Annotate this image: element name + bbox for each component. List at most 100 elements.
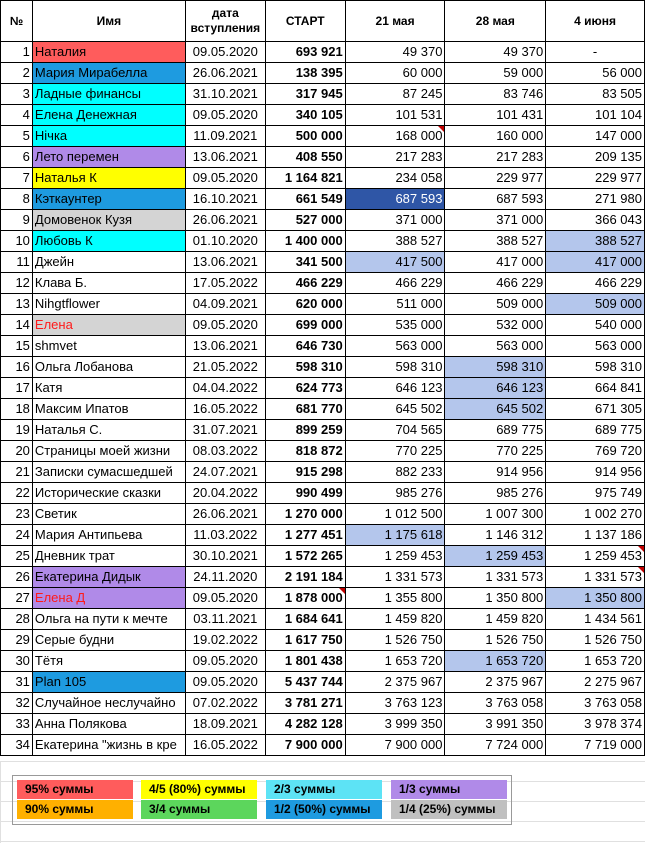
may28-amount-cell[interactable]: 1 146 312 xyxy=(444,524,547,546)
may21-amount-cell[interactable]: 511 000 xyxy=(344,293,446,315)
jun4-amount-cell[interactable]: 914 956 xyxy=(545,461,645,483)
row-number-cell[interactable]: 17 xyxy=(0,377,33,399)
may21-amount-cell[interactable]: 704 565 xyxy=(344,419,446,441)
member-name-cell[interactable]: Екатерина "жизнь в кре xyxy=(31,734,186,756)
may21-amount-cell[interactable]: 217 283 xyxy=(344,146,446,168)
start-amount-cell[interactable]: 915 298 xyxy=(264,461,346,483)
member-name-cell[interactable]: Анна Полякова xyxy=(31,713,186,735)
start-amount-cell[interactable]: 317 945 xyxy=(264,83,346,105)
join-date-cell[interactable]: 13.06.2021 xyxy=(184,146,266,168)
jun4-amount-cell[interactable]: 388 527 xyxy=(545,230,645,252)
row-number-cell[interactable]: 9 xyxy=(0,209,33,231)
jun4-amount-cell[interactable]: 147 000 xyxy=(545,125,645,147)
join-date-cell[interactable]: 08.03.2022 xyxy=(184,440,266,462)
row-number-cell[interactable]: 12 xyxy=(0,272,33,294)
may28-amount-cell[interactable]: 645 502 xyxy=(444,398,547,420)
join-date-cell[interactable]: 09.05.2020 xyxy=(184,314,266,336)
may21-amount-cell[interactable]: 598 310 xyxy=(344,356,446,378)
start-amount-cell[interactable]: 818 872 xyxy=(264,440,346,462)
member-name-cell[interactable]: Нічка xyxy=(31,125,186,147)
join-date-cell[interactable]: 30.10.2021 xyxy=(184,545,266,567)
join-date-cell[interactable]: 09.05.2020 xyxy=(184,167,266,189)
jun4-amount-cell[interactable]: 1 331 573 xyxy=(545,566,645,588)
join-date-cell[interactable]: 18.09.2021 xyxy=(184,713,266,735)
join-date-cell[interactable]: 16.05.2022 xyxy=(184,734,266,756)
member-name-cell[interactable]: Тётя xyxy=(31,650,186,672)
join-date-cell[interactable]: 09.05.2020 xyxy=(184,41,266,63)
row-number-cell[interactable]: 16 xyxy=(0,356,33,378)
member-name-cell[interactable]: Мария Мирабелла xyxy=(31,62,186,84)
start-amount-cell[interactable]: 1 270 000 xyxy=(264,503,346,525)
jun4-amount-cell[interactable]: 975 749 xyxy=(545,482,645,504)
jun4-amount-cell[interactable]: 271 980 xyxy=(545,188,645,210)
jun4-amount-cell[interactable]: 209 135 xyxy=(545,146,645,168)
jun4-amount-cell[interactable]: 598 310 xyxy=(545,356,645,378)
may21-amount-cell[interactable]: 1 526 750 xyxy=(344,629,446,651)
member-name-cell[interactable]: Записки сумасшедшей xyxy=(31,461,186,483)
jun4-amount-cell[interactable]: 7 719 000 xyxy=(545,734,645,756)
may21-amount-cell[interactable]: 168 000 xyxy=(344,125,446,147)
start-amount-cell[interactable]: 3 781 271 xyxy=(264,692,346,714)
may28-amount-cell[interactable]: 687 593 xyxy=(444,188,547,210)
may21-amount-cell[interactable]: 417 500 xyxy=(344,251,446,273)
member-name-cell[interactable]: Елена xyxy=(31,314,186,336)
jun4-amount-cell[interactable]: 3 763 058 xyxy=(545,692,645,714)
jun4-amount-cell[interactable]: 769 720 xyxy=(545,440,645,462)
start-amount-cell[interactable]: 624 773 xyxy=(264,377,346,399)
jun4-amount-cell[interactable]: 563 000 xyxy=(545,335,645,357)
jun4-amount-cell[interactable]: 1 350 800 xyxy=(545,587,645,609)
row-number-cell[interactable]: 10 xyxy=(0,230,33,252)
start-amount-cell[interactable]: 340 105 xyxy=(264,104,346,126)
start-amount-cell[interactable]: 1 277 451 xyxy=(264,524,346,546)
may28-amount-cell[interactable]: 1 350 800 xyxy=(444,587,547,609)
start-amount-cell[interactable]: 620 000 xyxy=(264,293,346,315)
start-amount-cell[interactable]: 1 617 750 xyxy=(264,629,346,651)
join-date-cell[interactable]: 16.10.2021 xyxy=(184,188,266,210)
row-number-cell[interactable]: 3 xyxy=(0,83,33,105)
may28-amount-cell[interactable]: 7 724 000 xyxy=(444,734,547,756)
row-number-cell[interactable]: 8 xyxy=(0,188,33,210)
member-name-cell[interactable]: Случайное неслучайно xyxy=(31,692,186,714)
may28-amount-cell[interactable]: 646 123 xyxy=(444,377,547,399)
jun4-amount-cell[interactable]: 417 000 xyxy=(545,251,645,273)
jun4-amount-cell[interactable]: 229 977 xyxy=(545,167,645,189)
may28-amount-cell[interactable]: 914 956 xyxy=(444,461,547,483)
may28-amount-cell[interactable]: 49 370 xyxy=(444,41,547,63)
member-name-cell[interactable]: Исторические сказки xyxy=(31,482,186,504)
may28-amount-cell[interactable]: 217 283 xyxy=(444,146,547,168)
start-amount-cell[interactable]: 408 550 xyxy=(264,146,346,168)
may28-amount-cell[interactable]: 1 007 300 xyxy=(444,503,547,525)
jun4-amount-cell[interactable]: 671 305 xyxy=(545,398,645,420)
join-date-cell[interactable]: 11.03.2022 xyxy=(184,524,266,546)
join-date-cell[interactable]: 31.07.2021 xyxy=(184,419,266,441)
join-date-cell[interactable]: 09.05.2020 xyxy=(184,650,266,672)
jun4-amount-cell[interactable]: 1 526 750 xyxy=(545,629,645,651)
start-amount-cell[interactable]: 5 437 744 xyxy=(264,671,346,693)
join-date-cell[interactable]: 04.09.2021 xyxy=(184,293,266,315)
row-number-cell[interactable]: 20 xyxy=(0,440,33,462)
start-amount-cell[interactable]: 500 000 xyxy=(264,125,346,147)
row-number-cell[interactable]: 31 xyxy=(0,671,33,693)
may21-amount-cell[interactable]: 234 058 xyxy=(344,167,446,189)
row-number-cell[interactable]: 15 xyxy=(0,335,33,357)
join-date-cell[interactable]: 24.11.2020 xyxy=(184,566,266,588)
join-date-cell[interactable]: 24.07.2021 xyxy=(184,461,266,483)
start-amount-cell[interactable]: 1 164 821 xyxy=(264,167,346,189)
row-number-cell[interactable]: 34 xyxy=(0,734,33,756)
may21-amount-cell[interactable]: 1 355 800 xyxy=(344,587,446,609)
member-name-cell[interactable]: Мария Антипьева xyxy=(31,524,186,546)
jun4-amount-cell[interactable]: 56 000 xyxy=(545,62,645,84)
may28-amount-cell[interactable]: 388 527 xyxy=(444,230,547,252)
row-number-cell[interactable]: 4 xyxy=(0,104,33,126)
may21-amount-cell[interactable]: 101 531 xyxy=(344,104,446,126)
start-amount-cell[interactable]: 341 500 xyxy=(264,251,346,273)
jun4-amount-cell[interactable]: 366 043 xyxy=(545,209,645,231)
member-name-cell[interactable]: shmvet xyxy=(31,335,186,357)
jun4-amount-cell[interactable]: 101 104 xyxy=(545,104,645,126)
may28-amount-cell[interactable]: 770 225 xyxy=(444,440,547,462)
member-name-cell[interactable]: Страницы моей жизни xyxy=(31,440,186,462)
may28-amount-cell[interactable]: 417 000 xyxy=(444,251,547,273)
start-amount-cell[interactable]: 661 549 xyxy=(264,188,346,210)
may28-amount-cell[interactable]: 466 229 xyxy=(444,272,547,294)
row-number-cell[interactable]: 33 xyxy=(0,713,33,735)
